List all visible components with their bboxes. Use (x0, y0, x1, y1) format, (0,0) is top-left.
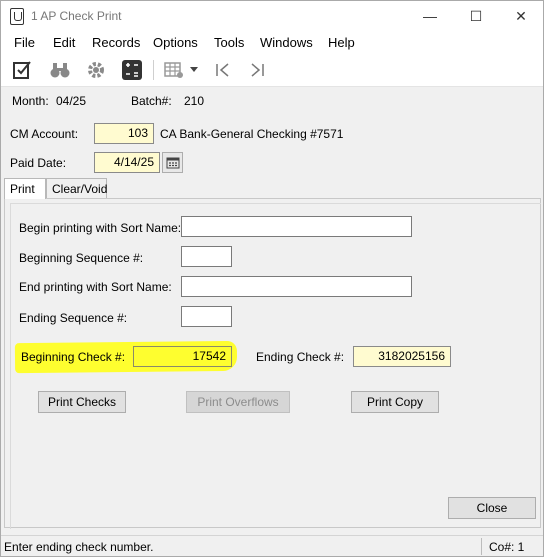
menu-windows[interactable]: Windows (260, 35, 313, 50)
begin-sequence-label: Beginning Sequence #: (19, 251, 144, 265)
beginning-check-label: Beginning Check #: (21, 350, 126, 364)
toolbar-separator (153, 60, 154, 80)
paid-date-input[interactable]: 4/14/25 (94, 152, 160, 173)
ending-check-label: Ending Check #: (256, 350, 345, 364)
app-icon (10, 8, 24, 25)
maximize-icon: ☐ (469, 7, 483, 24)
menu-records[interactable]: Records (92, 35, 140, 50)
print-checks-button[interactable]: Print Checks (38, 391, 126, 413)
status-message: Enter ending check number. (4, 540, 154, 554)
menu-bar: File Edit Records Options Tools Windows … (1, 31, 543, 53)
print-copy-button[interactable]: Print Copy (351, 391, 439, 413)
window-title: 1 AP Check Print (31, 9, 122, 23)
cm-account-label: CM Account: (10, 127, 79, 141)
edit-checklist-icon[interactable] (10, 58, 36, 82)
tab-print[interactable]: Print (4, 178, 46, 199)
last-record-icon[interactable] (244, 58, 270, 82)
menu-options[interactable]: Options (153, 35, 198, 50)
grid-settings-icon[interactable] (161, 58, 187, 82)
batch-value: 210 (184, 94, 205, 108)
menu-edit[interactable]: Edit (53, 35, 75, 50)
minimize-button[interactable]: — (407, 1, 453, 31)
calendar-icon (166, 157, 179, 169)
end-sort-name-label: End printing with Sort Name: (19, 280, 172, 294)
menu-help[interactable]: Help (328, 35, 355, 50)
close-button[interactable]: Close (448, 497, 536, 519)
status-separator (481, 538, 482, 555)
ap-check-print-window: 1 AP Check Print — ☐ ✕ File Edit Records… (0, 0, 544, 557)
first-record-icon[interactable] (210, 58, 236, 82)
calendar-button[interactable] (162, 152, 183, 173)
print-overflows-button[interactable]: Print Overflows (186, 391, 290, 413)
ending-check-input[interactable]: 3182025156 (353, 346, 451, 367)
menu-tools[interactable]: Tools (214, 35, 244, 50)
close-window-button[interactable]: ✕ (498, 1, 544, 31)
end-sequence-label: Ending Sequence #: (19, 311, 128, 325)
maximize-button[interactable]: ☐ (453, 1, 499, 31)
status-bar: Enter ending check number. Co#: 1 (1, 535, 543, 556)
dropdown-arrow-icon[interactable] (187, 58, 201, 82)
calculator-icon[interactable] (119, 58, 145, 82)
title-bar[interactable]: 1 AP Check Print — ☐ ✕ (1, 1, 543, 31)
cm-account-input[interactable]: 103 (94, 123, 154, 144)
end-sequence-input[interactable] (181, 306, 232, 327)
company-number: Co#: 1 (489, 540, 525, 554)
tab-clear-void[interactable]: Clear/Void (46, 178, 107, 198)
month-label: Month: (12, 94, 49, 108)
begin-sequence-input[interactable] (181, 246, 232, 267)
close-icon: ✕ (515, 7, 527, 24)
settings-gear-icon[interactable] (83, 58, 109, 82)
toolbar (1, 53, 543, 87)
menu-file[interactable]: File (14, 35, 35, 50)
binoculars-icon[interactable] (47, 58, 73, 82)
end-sort-name-input[interactable] (181, 276, 412, 297)
cm-account-description: CA Bank-General Checking #7571 (160, 127, 344, 141)
paid-date-label: Paid Date: (10, 156, 67, 170)
begin-sort-name-input[interactable] (181, 216, 412, 237)
month-value: 04/25 (56, 94, 87, 108)
minimize-icon: — (423, 8, 437, 24)
batch-label: Batch#: (131, 94, 172, 108)
begin-sort-name-label: Begin printing with Sort Name: (19, 221, 182, 235)
beginning-check-input[interactable]: 17542 (133, 346, 232, 367)
